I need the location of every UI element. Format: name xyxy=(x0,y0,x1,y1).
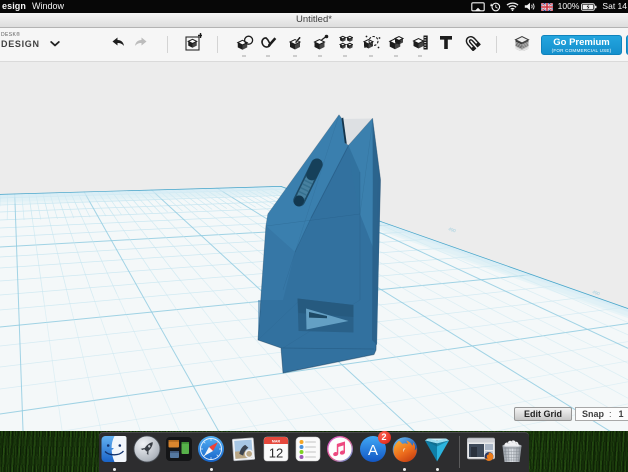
scene-svg: 400 400 xyxy=(0,114,628,431)
svg-text:A: A xyxy=(367,442,377,459)
dock-icon-mission-control[interactable] xyxy=(165,435,193,463)
svg-text:400: 400 xyxy=(448,226,457,233)
dock-running-indicator xyxy=(112,468,116,471)
dock-separator xyxy=(459,436,460,468)
go-premium-button[interactable]: Go Premium (FOR COMMERCIAL USE) xyxy=(541,35,622,55)
svg-text:400: 400 xyxy=(592,289,601,296)
toolbar-separator xyxy=(496,36,497,53)
viewport-3d[interactable]: 400 400 Edit Grid Snap : 1 xyxy=(0,62,628,431)
dock-icon-finder[interactable] xyxy=(100,435,128,463)
dock-icon-reminders[interactable] xyxy=(294,435,322,463)
tool-dropdown-mark xyxy=(293,55,297,57)
dock-running-indicator xyxy=(403,468,406,471)
volume-icon[interactable] xyxy=(524,2,536,11)
dock-icon-launchpad[interactable] xyxy=(133,435,161,463)
dock: MAR 12 A 2 xyxy=(99,431,529,472)
tool-dropdown-mark xyxy=(394,55,398,57)
tool-dropdown-mark xyxy=(418,55,422,57)
tool-dropdown-mark xyxy=(343,55,347,57)
sketch-pencil-icon[interactable] xyxy=(260,35,278,51)
dock-running-indicator xyxy=(435,468,439,471)
group-cube-icon[interactable] xyxy=(362,34,381,51)
toolbar-separator xyxy=(167,36,168,53)
premium-label: Go Premium xyxy=(553,37,610,48)
undo-arrow-icon[interactable] xyxy=(109,36,125,49)
construct-cube-icon[interactable] xyxy=(287,34,303,51)
window-title: Untitled* xyxy=(296,14,332,25)
snap-control[interactable]: Snap : 1 xyxy=(575,407,628,421)
menu-clock[interactable]: Sat 14 xyxy=(602,0,628,13)
tool-dropdown-mark xyxy=(266,55,270,57)
svg-text:MAR: MAR xyxy=(272,439,281,443)
snap-value[interactable]: 1 xyxy=(619,408,624,420)
wifi-icon[interactable] xyxy=(506,2,519,11)
toolbar-separator xyxy=(217,36,218,53)
airplay-display-icon[interactable] xyxy=(470,1,485,12)
tool-dropdown-mark xyxy=(369,55,373,57)
dock-icon-calendar[interactable]: MAR 12 xyxy=(262,435,290,463)
dock-icon-itunes[interactable] xyxy=(326,435,354,463)
dock-icon-app-store[interactable]: A2 xyxy=(359,431,391,463)
desktop-wallpaper: MAR 12 A 2 xyxy=(0,431,628,472)
snap-magnet-icon[interactable] xyxy=(464,35,481,51)
dock-running-indicator xyxy=(209,468,213,471)
time-machine-icon[interactable] xyxy=(489,2,501,12)
measure-cube-icon[interactable] xyxy=(412,34,429,51)
snap-separator: : xyxy=(609,409,612,419)
pattern-cubes-icon[interactable] xyxy=(339,35,353,50)
text-tool-icon[interactable] xyxy=(439,35,453,50)
dock-icon-trash[interactable] xyxy=(498,435,526,463)
tool-dropdown-mark xyxy=(318,55,322,57)
logo-chevron-down-icon[interactable] xyxy=(50,41,60,47)
title-bar[interactable]: Untitled* xyxy=(0,13,628,28)
premium-sublabel: (FOR COMMERCIAL USE) xyxy=(551,48,612,53)
modify-cube-icon[interactable] xyxy=(312,34,329,51)
menu-status-area: 100% Sat 14 xyxy=(470,0,628,13)
menu-window[interactable]: Window xyxy=(32,0,64,13)
import-cube-icon[interactable] xyxy=(185,33,202,53)
combine-cubes-icon[interactable] xyxy=(388,34,405,51)
app-store-badge: 2 xyxy=(377,431,391,444)
battery-icon[interactable] xyxy=(581,2,597,11)
battery-percent: 100% xyxy=(557,1,580,11)
menu-app-name[interactable]: esign xyxy=(2,0,26,13)
tool-dropdown-mark xyxy=(242,55,246,57)
dock-icon-firefox[interactable] xyxy=(391,435,419,463)
snap-label: Snap xyxy=(582,409,605,419)
logo-line-1: DESK® xyxy=(1,32,21,38)
dock-icon-safari[interactable] xyxy=(197,435,225,463)
dock-icon-minimized-window[interactable] xyxy=(466,435,496,463)
app-logo[interactable]: DESK® DESIGN xyxy=(1,33,40,49)
dock-icon-123d-design[interactable] xyxy=(423,435,451,463)
transform-cube-icon[interactable] xyxy=(236,35,254,51)
edit-grid-button[interactable]: Edit Grid xyxy=(514,407,572,421)
dock-icon-preview[interactable] xyxy=(230,435,258,463)
logo-line-2: DESIGN xyxy=(1,39,40,49)
redo-arrow-icon xyxy=(135,37,147,46)
keyboard-flag-icon[interactable] xyxy=(540,2,553,11)
material-cube-icon[interactable] xyxy=(513,34,531,51)
svg-text:12: 12 xyxy=(269,446,283,461)
menu-bar: esign Window 100% Sat 14 xyxy=(0,0,628,13)
toolbar: DESK® DESIGN Go Premium (FOR COMMERCIAL … xyxy=(0,28,628,62)
screen: esign Window 100% Sat 14 Untitled* DESK®… xyxy=(0,0,628,472)
